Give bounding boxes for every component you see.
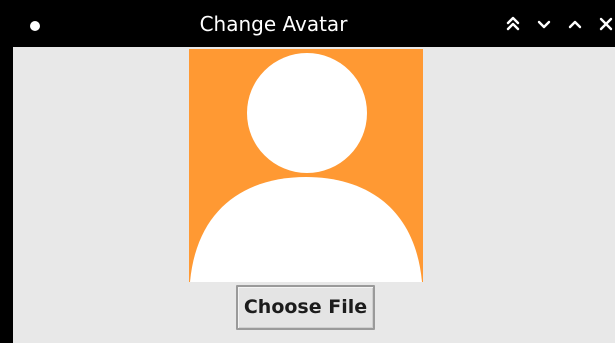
chevron-up-icon: [568, 20, 582, 29]
close-icon: [599, 17, 613, 31]
double-chevron-up-icon: [506, 16, 520, 31]
change-avatar-window: Change Avatar Choose File: [0, 0, 615, 343]
shade-window-button[interactable]: [503, 14, 523, 34]
window-titlebar[interactable]: Change Avatar: [0, 0, 615, 47]
close-window-button[interactable]: [596, 14, 615, 34]
choose-file-button[interactable]: Choose File: [236, 285, 375, 330]
maximize-window-button[interactable]: [565, 14, 585, 34]
default-user-avatar-icon: [189, 49, 423, 282]
chevron-down-icon: [537, 20, 551, 29]
dialog-content: Choose File: [13, 47, 615, 343]
minimize-window-button[interactable]: [534, 14, 554, 34]
window-title: Change Avatar: [199, 12, 348, 36]
